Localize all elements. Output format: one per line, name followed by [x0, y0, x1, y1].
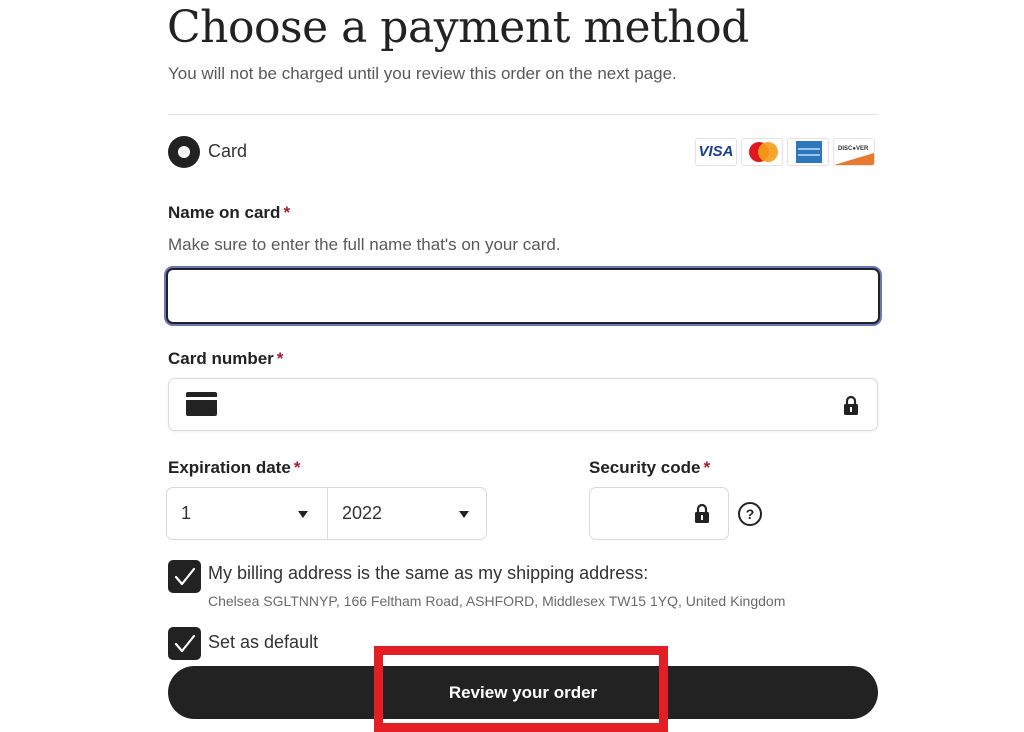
mastercard-logo [741, 138, 783, 166]
page-title: Choose a payment method [167, 2, 749, 53]
set-default-label[interactable]: Set as default [208, 632, 318, 653]
security-code-label: Security code * [589, 458, 711, 477]
required-marker: * [703, 458, 711, 477]
expiration-month-value: 1 [181, 503, 192, 523]
credit-card-icon [186, 392, 217, 416]
expiration-year-value: 2022 [342, 503, 383, 523]
expiration-month-select[interactable]: 1 [166, 487, 328, 540]
visa-logo: VISA [695, 138, 737, 166]
name-on-card-help: Make sure to enter the full name that's … [168, 235, 561, 254]
billing-same-checkbox[interactable] [168, 560, 201, 593]
checkmark-icon [174, 634, 196, 653]
card-number-input[interactable] [168, 378, 878, 431]
name-on-card-input[interactable] [166, 268, 880, 324]
expiration-year-select[interactable]: 2022 [327, 487, 487, 540]
chevron-down-icon [459, 511, 469, 518]
discover-logo: DISC●VER [833, 138, 875, 166]
review-order-button[interactable]: Review your order [168, 666, 878, 719]
card-radio-button[interactable] [168, 136, 200, 168]
divider [168, 114, 878, 115]
lock-icon [843, 395, 859, 415]
chevron-down-icon [298, 511, 308, 518]
billing-same-label[interactable]: My billing address is the same as my shi… [208, 563, 648, 584]
set-default-checkbox[interactable] [168, 627, 201, 660]
required-marker: * [283, 203, 291, 222]
name-on-card-label: Name on card * [168, 203, 291, 222]
expiration-date-label: Expiration date * [168, 458, 301, 477]
page-subtitle: You will not be charged until you review… [168, 64, 677, 83]
card-brand-logos: VISA DISC●VER [695, 138, 875, 166]
required-marker: * [276, 349, 284, 368]
checkmark-icon [174, 567, 196, 586]
required-marker: * [293, 458, 301, 477]
lock-icon [694, 503, 710, 523]
help-question-icon[interactable]: ? [738, 502, 762, 526]
card-radio-label[interactable]: Card [208, 141, 247, 162]
amex-logo [787, 138, 829, 166]
card-number-label: Card number * [168, 349, 284, 368]
shipping-address-text: Chelsea SGLTNNYP, 166 Feltham Road, ASHF… [208, 593, 786, 609]
